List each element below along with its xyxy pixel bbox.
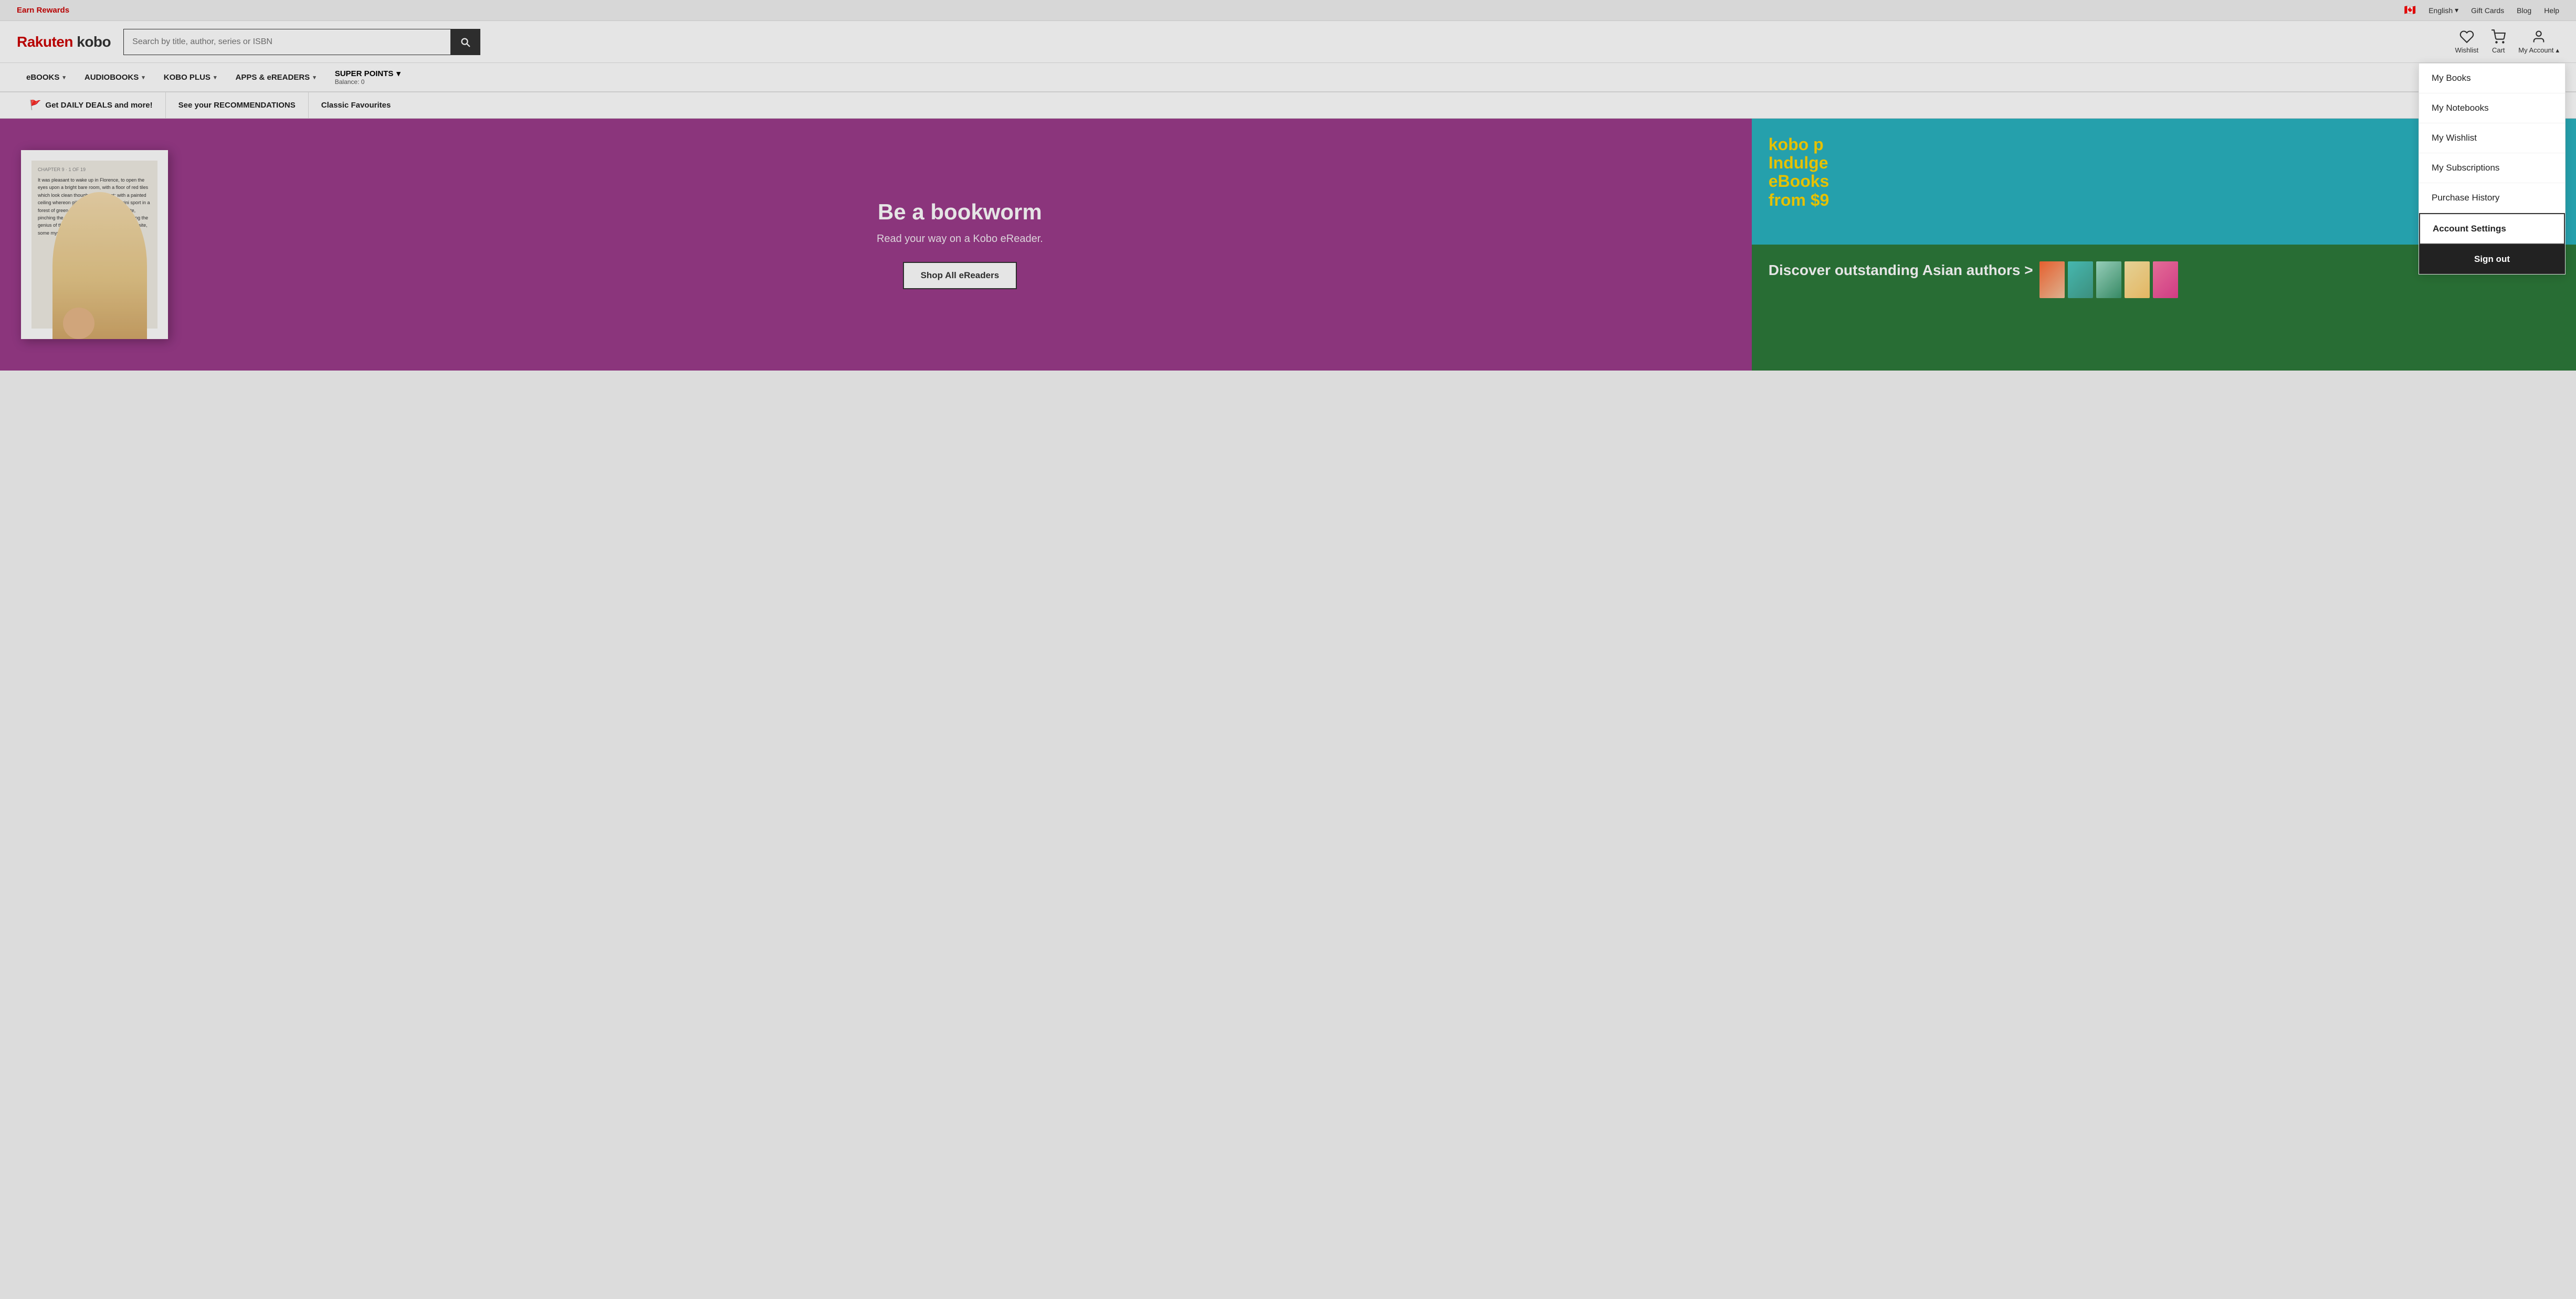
dropdown-purchase-history[interactable]: Purchase History xyxy=(2419,183,2565,213)
account-dropdown: My Books My Notebooks My Wishlist My Sub… xyxy=(2419,63,2566,274)
dropdown-sign-out[interactable]: Sign out xyxy=(2419,245,2565,274)
dropdown-my-notebooks[interactable]: My Notebooks xyxy=(2419,93,2565,123)
dropdown-account-settings[interactable]: Account Settings xyxy=(2419,213,2565,245)
dropdown-my-wishlist[interactable]: My Wishlist xyxy=(2419,123,2565,153)
dropdown-my-books[interactable]: My Books xyxy=(2419,64,2565,93)
dropdown-my-subscriptions[interactable]: My Subscriptions xyxy=(2419,153,2565,183)
dropdown-dim-overlay xyxy=(0,0,2576,1299)
